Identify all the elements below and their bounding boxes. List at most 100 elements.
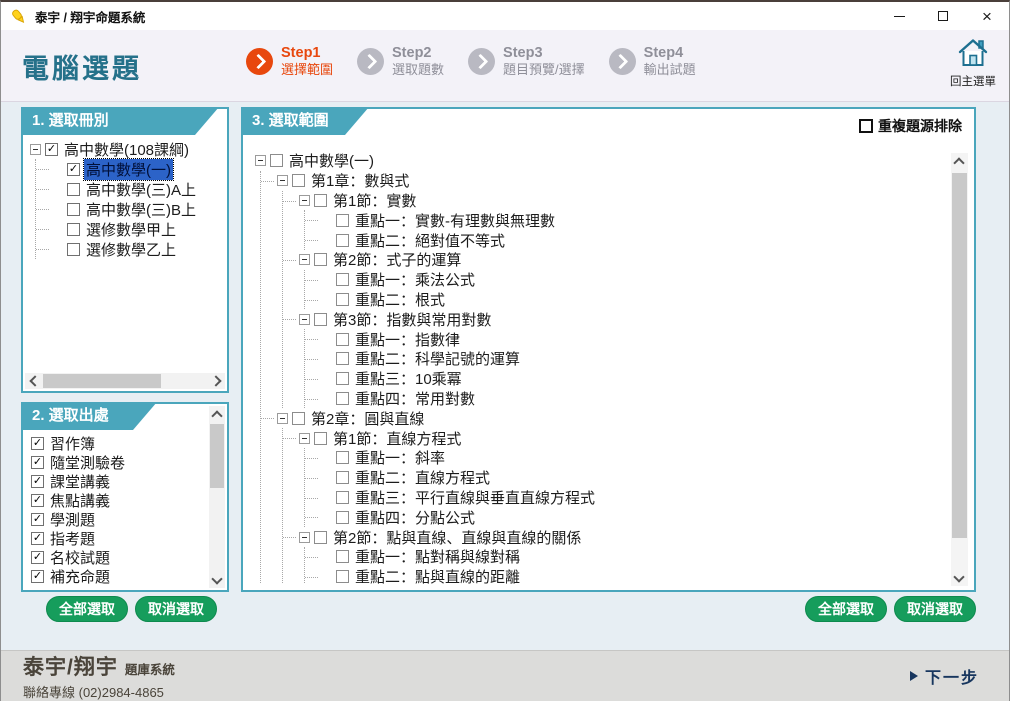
source-item[interactable]: ✓補充命題 xyxy=(31,567,203,586)
checkbox-icon[interactable]: ✓ xyxy=(31,437,44,450)
tree-item-label[interactable]: 重點三：10乘冪 xyxy=(353,368,464,389)
tree-row[interactable]: 高中數學(三)A上 xyxy=(52,179,221,199)
deselect-all-button-left[interactable]: 取消選取 xyxy=(135,596,217,622)
checkbox-icon[interactable] xyxy=(314,194,327,207)
tree-item-label[interactable]: 高中數學(三)A上 xyxy=(84,179,198,200)
scroll-up-button[interactable] xyxy=(209,406,225,422)
scroll-right-button[interactable] xyxy=(209,373,225,389)
collapse-toggle-icon[interactable] xyxy=(299,195,310,206)
checkbox-icon[interactable] xyxy=(67,243,80,256)
tree-item-label[interactable]: 重點二：絕對值不等式 xyxy=(353,230,507,251)
tree-item-label[interactable]: 重點一：乘法公式 xyxy=(353,269,477,290)
checkbox-icon[interactable] xyxy=(314,253,327,266)
checkbox-icon[interactable] xyxy=(336,273,349,286)
tree-item-label[interactable]: 第1節：實數 xyxy=(331,190,418,211)
tree-row[interactable]: 第2章：圓與直線 xyxy=(277,408,940,428)
tree-item-label[interactable]: 高中數學(三)B上 xyxy=(84,199,198,220)
tree-row[interactable]: 選修數學甲上 xyxy=(52,219,221,239)
deselect-all-button-right[interactable]: 取消選取 xyxy=(894,596,976,622)
collapse-toggle-icon[interactable] xyxy=(30,144,41,155)
source-item[interactable]: ✓名校試題 xyxy=(31,548,203,567)
tree-row[interactable]: 重點四：常用對數 xyxy=(321,389,940,409)
tree-row[interactable]: 高中數學(一) xyxy=(255,151,940,171)
tree-item-label[interactable]: 第1節：直線方程式 xyxy=(331,428,463,449)
checkbox-icon[interactable] xyxy=(314,531,327,544)
source-item[interactable]: ✓習作簿 xyxy=(31,434,203,453)
checkbox-icon[interactable] xyxy=(336,293,349,306)
tree-row[interactable]: 選修數學乙上 xyxy=(52,239,221,259)
tree-item-label[interactable]: 第2節：點與直線、直線與直線的關係 xyxy=(331,527,583,548)
checkbox-icon[interactable] xyxy=(314,313,327,326)
tree-item-label[interactable]: 選修數學乙上 xyxy=(84,239,178,260)
tree-row[interactable]: 第2節：式子的運算 xyxy=(299,250,940,270)
tree-row[interactable]: 重點二：絕對值不等式 xyxy=(321,230,940,250)
checkbox-icon[interactable] xyxy=(336,372,349,385)
collapse-toggle-icon[interactable] xyxy=(277,175,288,186)
horizontal-scrollbar[interactable] xyxy=(25,373,225,389)
source-item[interactable]: ✓指考題 xyxy=(31,529,203,548)
next-step-button[interactable]: 下一步 xyxy=(910,664,979,688)
tree-row[interactable]: 重點三：平行直線與垂直直線方程式 xyxy=(321,488,940,508)
tree-row[interactable]: 重點一：指數律 xyxy=(321,329,940,349)
checkbox-icon[interactable]: ✓ xyxy=(31,513,44,526)
scroll-down-button[interactable] xyxy=(951,570,967,586)
home-button[interactable]: 回主選單 xyxy=(950,38,996,89)
checkbox-icon[interactable]: ✓ xyxy=(31,456,44,469)
checkbox-icon[interactable] xyxy=(336,511,349,524)
tree-item-label[interactable]: 重點一：指數律 xyxy=(353,329,462,350)
tree-row[interactable]: 重點一：點對稱與線對稱 xyxy=(321,547,940,567)
tree-row[interactable]: 第1章：數與式 xyxy=(277,171,940,191)
minimize-button[interactable] xyxy=(877,2,921,30)
checkbox-icon[interactable] xyxy=(67,203,80,216)
tree-row[interactable]: 第1節：實數 xyxy=(299,191,940,211)
checkbox-icon[interactable] xyxy=(270,154,283,167)
tree-row[interactable]: 第3節：指數與常用對數 xyxy=(299,309,940,329)
tree-row[interactable]: 重點二：直線方程式 xyxy=(321,468,940,488)
source-item[interactable]: ✓學測題 xyxy=(31,510,203,529)
vertical-scrollbar[interactable] xyxy=(951,153,968,586)
tree-item-label[interactable]: 重點一：點對稱與線對稱 xyxy=(353,546,522,567)
collapse-toggle-icon[interactable] xyxy=(255,155,266,166)
tree-item-label[interactable]: 第1章：數與式 xyxy=(309,170,411,191)
checkbox-icon[interactable]: ✓ xyxy=(67,163,80,176)
checkbox-icon[interactable]: ✓ xyxy=(31,494,44,507)
tree-row[interactable]: 第1節：直線方程式 xyxy=(299,428,940,448)
tree-item-label[interactable]: 重點三：平行直線與垂直直線方程式 xyxy=(353,487,597,508)
dedupe-checkbox-row[interactable]: 重複題源排除 xyxy=(859,116,962,136)
dedupe-checkbox[interactable] xyxy=(859,119,873,133)
checkbox-icon[interactable] xyxy=(67,183,80,196)
collapse-toggle-icon[interactable] xyxy=(277,413,288,424)
close-button[interactable]: × xyxy=(965,2,1009,30)
tree-item-label[interactable]: 第3節：指數與常用對數 xyxy=(331,309,493,330)
checkbox-icon[interactable] xyxy=(292,412,305,425)
checkbox-icon[interactable] xyxy=(336,570,349,583)
tree-item-label[interactable]: 高中數學(108課綱) xyxy=(62,139,191,160)
checkbox-icon[interactable]: ✓ xyxy=(31,570,44,583)
tree-item-label[interactable]: 重點四：常用對數 xyxy=(353,388,477,409)
tree-row[interactable]: 高中數學(三)B上 xyxy=(52,199,221,219)
tree-row[interactable]: 重點三：10乘冪 xyxy=(321,369,940,389)
checkbox-icon[interactable] xyxy=(336,471,349,484)
tree-item-label[interactable]: 第2章：圓與直線 xyxy=(309,408,426,429)
tree-row[interactable]: 重點二：點與直線的距離 xyxy=(321,567,940,584)
tree-row[interactable]: 重點一：斜率 xyxy=(321,448,940,468)
tree-item-label[interactable]: 重點二：根式 xyxy=(353,289,447,310)
scroll-left-button[interactable] xyxy=(25,373,41,389)
collapse-toggle-icon[interactable] xyxy=(299,532,310,543)
vertical-scrollbar[interactable] xyxy=(209,406,225,588)
tree-row[interactable]: 第2節：點與直線、直線與直線的關係 xyxy=(299,527,940,547)
maximize-button[interactable] xyxy=(921,2,965,30)
scroll-up-button[interactable] xyxy=(951,153,967,169)
tree-row[interactable]: 重點四：分點公式 xyxy=(321,507,940,527)
checkbox-icon[interactable]: ✓ xyxy=(31,532,44,545)
collapse-toggle-icon[interactable] xyxy=(299,254,310,265)
tree-item-label[interactable]: 選修數學甲上 xyxy=(84,219,178,240)
tree-item-label[interactable]: 高中數學(一) xyxy=(287,151,376,171)
tree-item-label[interactable]: 重點二：點與直線的距離 xyxy=(353,566,522,584)
tree-row[interactable]: ✓ 高中數學(108課綱) xyxy=(30,139,221,159)
tree-item-label[interactable]: 重點二：直線方程式 xyxy=(353,467,492,488)
checkbox-icon[interactable]: ✓ xyxy=(45,143,58,156)
checkbox-icon[interactable]: ✓ xyxy=(31,551,44,564)
select-all-button-left[interactable]: 全部選取 xyxy=(46,596,128,622)
checkbox-icon[interactable] xyxy=(336,352,349,365)
